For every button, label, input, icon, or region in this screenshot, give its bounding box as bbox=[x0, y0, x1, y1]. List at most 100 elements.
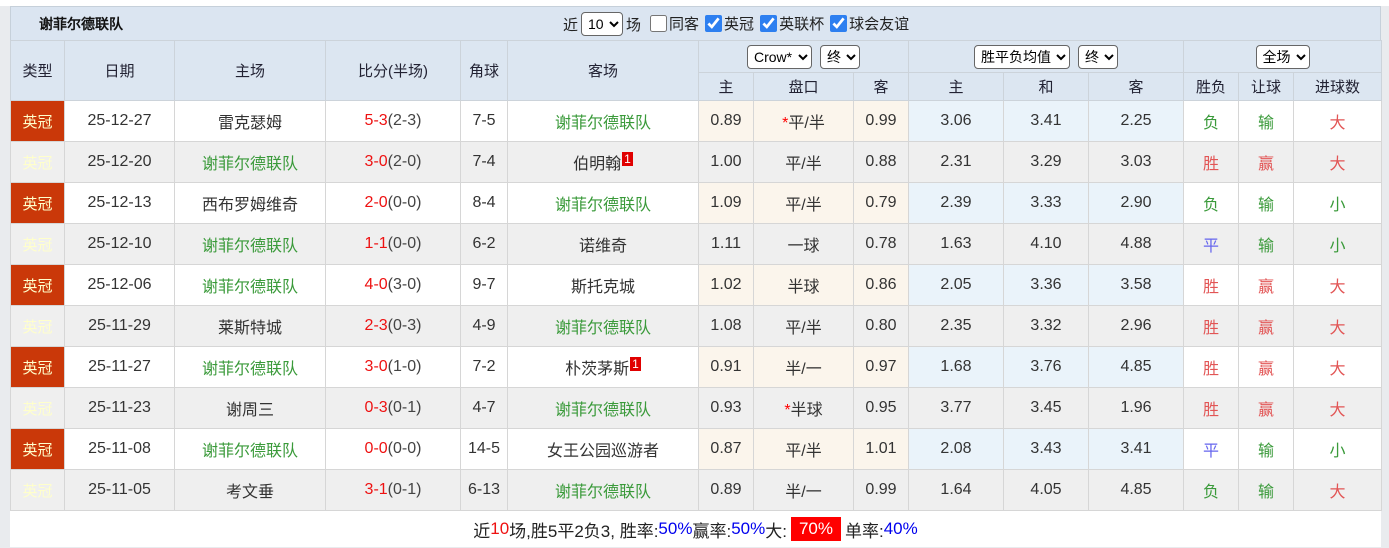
handicap-cell: 半球 bbox=[753, 264, 854, 306]
date-cell: 25-12-10 bbox=[64, 223, 175, 265]
half-time-score: (3-0) bbox=[387, 276, 422, 293]
goals-result-value: 小 bbox=[1329, 238, 1346, 255]
home-odds-cell: 0.91 bbox=[698, 346, 754, 388]
sub-header-handicap-result: 让球 bbox=[1238, 72, 1295, 101]
sub-header-handicap: 盘口 bbox=[753, 72, 854, 101]
avg-group-header: 胜平负均值 终 bbox=[907, 40, 1185, 73]
handicap-result-value: 输 bbox=[1258, 197, 1275, 214]
team-name: 谢菲尔德联队 bbox=[554, 320, 651, 337]
date-cell: 25-12-27 bbox=[64, 100, 175, 142]
red-card-badge: 1 bbox=[622, 151, 633, 166]
home-odds-cell: 1.02 bbox=[698, 264, 754, 306]
avg-lose-cell: 2.96 bbox=[1087, 305, 1185, 347]
handicap-cell: 半/一 bbox=[753, 346, 854, 388]
league-cell: 英冠 bbox=[10, 264, 65, 306]
half-time-score: (2-0) bbox=[387, 153, 422, 170]
away-team-cell: 谢菲尔德联队 bbox=[507, 182, 699, 224]
summary-text: 近 bbox=[473, 521, 491, 541]
avg-type-select[interactable]: 胜平负均值 bbox=[974, 44, 1070, 69]
score-cell: 0-3(0-1) bbox=[325, 387, 461, 429]
avg-draw-cell: 3.45 bbox=[1003, 387, 1089, 429]
match-row: 英冠 25-11-27 谢菲尔德联队 3-0(1-0) 7-2 朴茨茅斯 1 0.91 半/一 0… bbox=[10, 346, 1383, 388]
team-name: 女王公园巡游者 bbox=[546, 443, 659, 460]
handicap-result-cell: 赢 bbox=[1238, 141, 1295, 183]
goals-result-cell: 小 bbox=[1293, 182, 1383, 224]
recent-matches-select[interactable]: 10 bbox=[581, 12, 624, 36]
avg-lose-cell: 2.25 bbox=[1087, 100, 1185, 142]
odds-group-header: Crow* 终 bbox=[698, 40, 909, 73]
result-cell: 负 bbox=[1183, 182, 1240, 224]
score-cell: 4-0(3-0) bbox=[325, 264, 461, 306]
team-name: 伯明翰 bbox=[573, 156, 622, 173]
half-time-score: (0-1) bbox=[387, 481, 422, 498]
league-cell: 英冠 bbox=[10, 387, 65, 429]
home-team-cell: 谢周三 bbox=[174, 387, 326, 429]
odds-company-select[interactable]: Crow* bbox=[747, 44, 812, 69]
result-value: 胜 bbox=[1203, 320, 1220, 337]
filter-checkbox[interactable] bbox=[650, 14, 668, 32]
filter-checkbox[interactable] bbox=[760, 14, 778, 32]
date-cell: 25-12-13 bbox=[64, 182, 175, 224]
avg-win-cell: 1.64 bbox=[908, 469, 1004, 511]
summary-label-4: 单率: bbox=[844, 521, 884, 541]
team-name: 西布罗姆维奇 bbox=[201, 197, 298, 214]
home-team-cell: 考文垂 bbox=[174, 469, 326, 511]
scope-select[interactable]: 全场 bbox=[1255, 44, 1310, 69]
handicap-value: 半/一 bbox=[785, 484, 822, 501]
handicap-result-value: 赢 bbox=[1258, 279, 1275, 296]
col-header-date: 日期 bbox=[64, 40, 175, 101]
col-header-type: 类型 bbox=[10, 40, 65, 101]
handicap-cell: 平/半 bbox=[753, 141, 854, 183]
league-cell: 英冠 bbox=[10, 141, 65, 183]
goals-result-value: 小 bbox=[1329, 443, 1346, 460]
summary-single-rate: 40% bbox=[883, 519, 918, 538]
full-time-score: 5-3 bbox=[364, 112, 388, 129]
corners-cell: 14-5 bbox=[460, 428, 508, 470]
half-time-score: (0-3) bbox=[387, 317, 422, 334]
sub-header-odds-away: 客 bbox=[853, 72, 909, 101]
avg-lose-cell: 4.85 bbox=[1087, 469, 1185, 511]
score-cell: 3-0(1-0) bbox=[325, 346, 461, 388]
home-odds-cell: 0.93 bbox=[698, 387, 754, 429]
team-name: 雷克瑟姆 bbox=[217, 115, 282, 132]
result-cell: 胜 bbox=[1183, 305, 1240, 347]
avg-draw-cell: 3.76 bbox=[1003, 346, 1089, 388]
goals-result-cell: 大 bbox=[1293, 469, 1383, 511]
odds-time-select[interactable]: 终 bbox=[820, 44, 860, 69]
match-history-panel: 谢菲尔德联队 近 10 场 同客 英冠 英联杯 球会友谊 类型 日期 主场 比分(半场… bbox=[10, 6, 1383, 547]
goals-result-value: 大 bbox=[1329, 279, 1346, 296]
handicap-value: 一球 bbox=[787, 238, 820, 255]
handicap-result-value: 赢 bbox=[1258, 402, 1275, 419]
result-cell: 负 bbox=[1183, 469, 1240, 511]
avg-draw-cell: 3.41 bbox=[1003, 100, 1089, 142]
half-time-score: (0-1) bbox=[387, 399, 422, 416]
away-team-cell: 谢菲尔德联队 bbox=[507, 387, 699, 429]
full-time-score: 4-0 bbox=[364, 276, 388, 293]
table-body: 英冠 25-12-27 雷克瑟姆 5-3(2-3) 7-5 谢菲尔德联队 0.89 *平/半 0… bbox=[10, 100, 1383, 511]
avg-draw-cell: 3.36 bbox=[1003, 264, 1089, 306]
corners-cell: 4-7 bbox=[460, 387, 508, 429]
away-team-cell: 朴茨茅斯 1 bbox=[507, 346, 699, 388]
corners-cell: 7-2 bbox=[460, 346, 508, 388]
filter-checkbox-label: 球会友谊 bbox=[849, 15, 910, 33]
score-cell: 5-3(2-3) bbox=[325, 100, 461, 142]
avg-time-select[interactable]: 终 bbox=[1078, 44, 1118, 69]
result-value: 负 bbox=[1203, 197, 1220, 214]
sub-header-odds-home: 主 bbox=[698, 72, 754, 101]
match-row: 英冠 25-12-10 谢菲尔德联队 1-1(0-0) 6-2 诺维奇 1.11 一球 0.78… bbox=[10, 223, 1383, 265]
summary-footer: 近 10 场,胜5平2负3, 胜率: 50% 赢率: 50% 大: 70% 单率: 40% bbox=[10, 511, 1381, 547]
league-cell: 英冠 bbox=[10, 182, 65, 224]
league-cell: 英冠 bbox=[10, 100, 65, 142]
handicap-cell: 平/半 bbox=[753, 182, 854, 224]
home-odds-cell: 1.08 bbox=[698, 305, 754, 347]
handicap-result-value: 赢 bbox=[1258, 320, 1275, 337]
handicap-value: 平/半 bbox=[785, 443, 822, 460]
summary-record: 场,胜5平2负3, 胜率: bbox=[509, 521, 659, 541]
handicap-result-cell: 输 bbox=[1238, 223, 1295, 265]
date-cell: 25-11-08 bbox=[64, 428, 175, 470]
date-cell: 25-11-23 bbox=[64, 387, 175, 429]
full-time-score: 2-0 bbox=[364, 194, 388, 211]
filter-checkbox[interactable] bbox=[705, 14, 723, 32]
filter-checkbox[interactable] bbox=[830, 14, 848, 32]
handicap-value: 半/一 bbox=[785, 361, 822, 378]
